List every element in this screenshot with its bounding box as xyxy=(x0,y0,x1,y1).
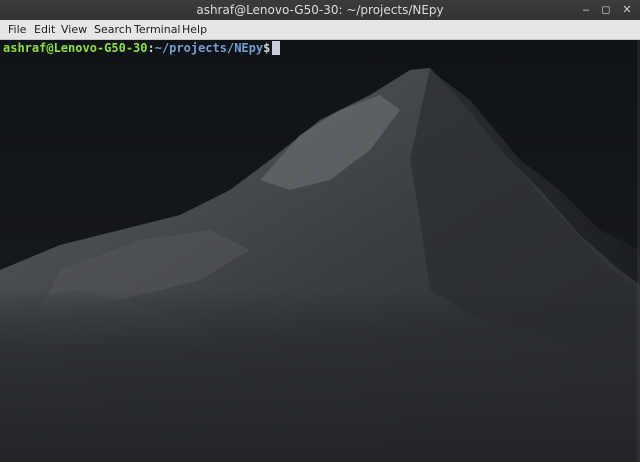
menu-view[interactable]: View xyxy=(61,23,87,36)
menu-search[interactable]: Search xyxy=(94,23,132,36)
terminal-window: ashraf@Lenovo-G50-30: ~/projects/NEpy ‒ … xyxy=(0,0,640,462)
title-bar[interactable]: ashraf@Lenovo-G50-30: ~/projects/NEpy ‒ … xyxy=(0,0,640,20)
menu-terminal[interactable]: Terminal xyxy=(134,23,181,36)
mountain-background xyxy=(0,40,640,462)
menu-help[interactable]: Help xyxy=(182,23,207,36)
menu-bar: File Edit View Search Terminal Help xyxy=(0,20,640,40)
close-icon[interactable]: ✕ xyxy=(619,2,635,18)
prompt-path: ~/projects/NEpy xyxy=(154,41,264,55)
text-cursor xyxy=(272,41,280,55)
menu-edit[interactable]: Edit xyxy=(34,23,55,36)
menu-file[interactable]: File xyxy=(8,23,26,36)
terminal-area[interactable]: ashraf@Lenovo-G50-30:~/projects/NEpy$ xyxy=(0,40,640,462)
shell-prompt: ashraf@Lenovo-G50-30:~/projects/NEpy$ xyxy=(3,40,270,56)
prompt-colon: : xyxy=(147,41,155,55)
prompt-symbol: $ xyxy=(263,41,271,55)
window-title: ashraf@Lenovo-G50-30: ~/projects/NEpy xyxy=(196,3,444,17)
minimize-icon[interactable]: ‒ xyxy=(578,2,594,18)
prompt-user: ashraf@Lenovo-G50-30 xyxy=(3,41,148,55)
maximize-icon[interactable]: ◻ xyxy=(598,2,614,18)
